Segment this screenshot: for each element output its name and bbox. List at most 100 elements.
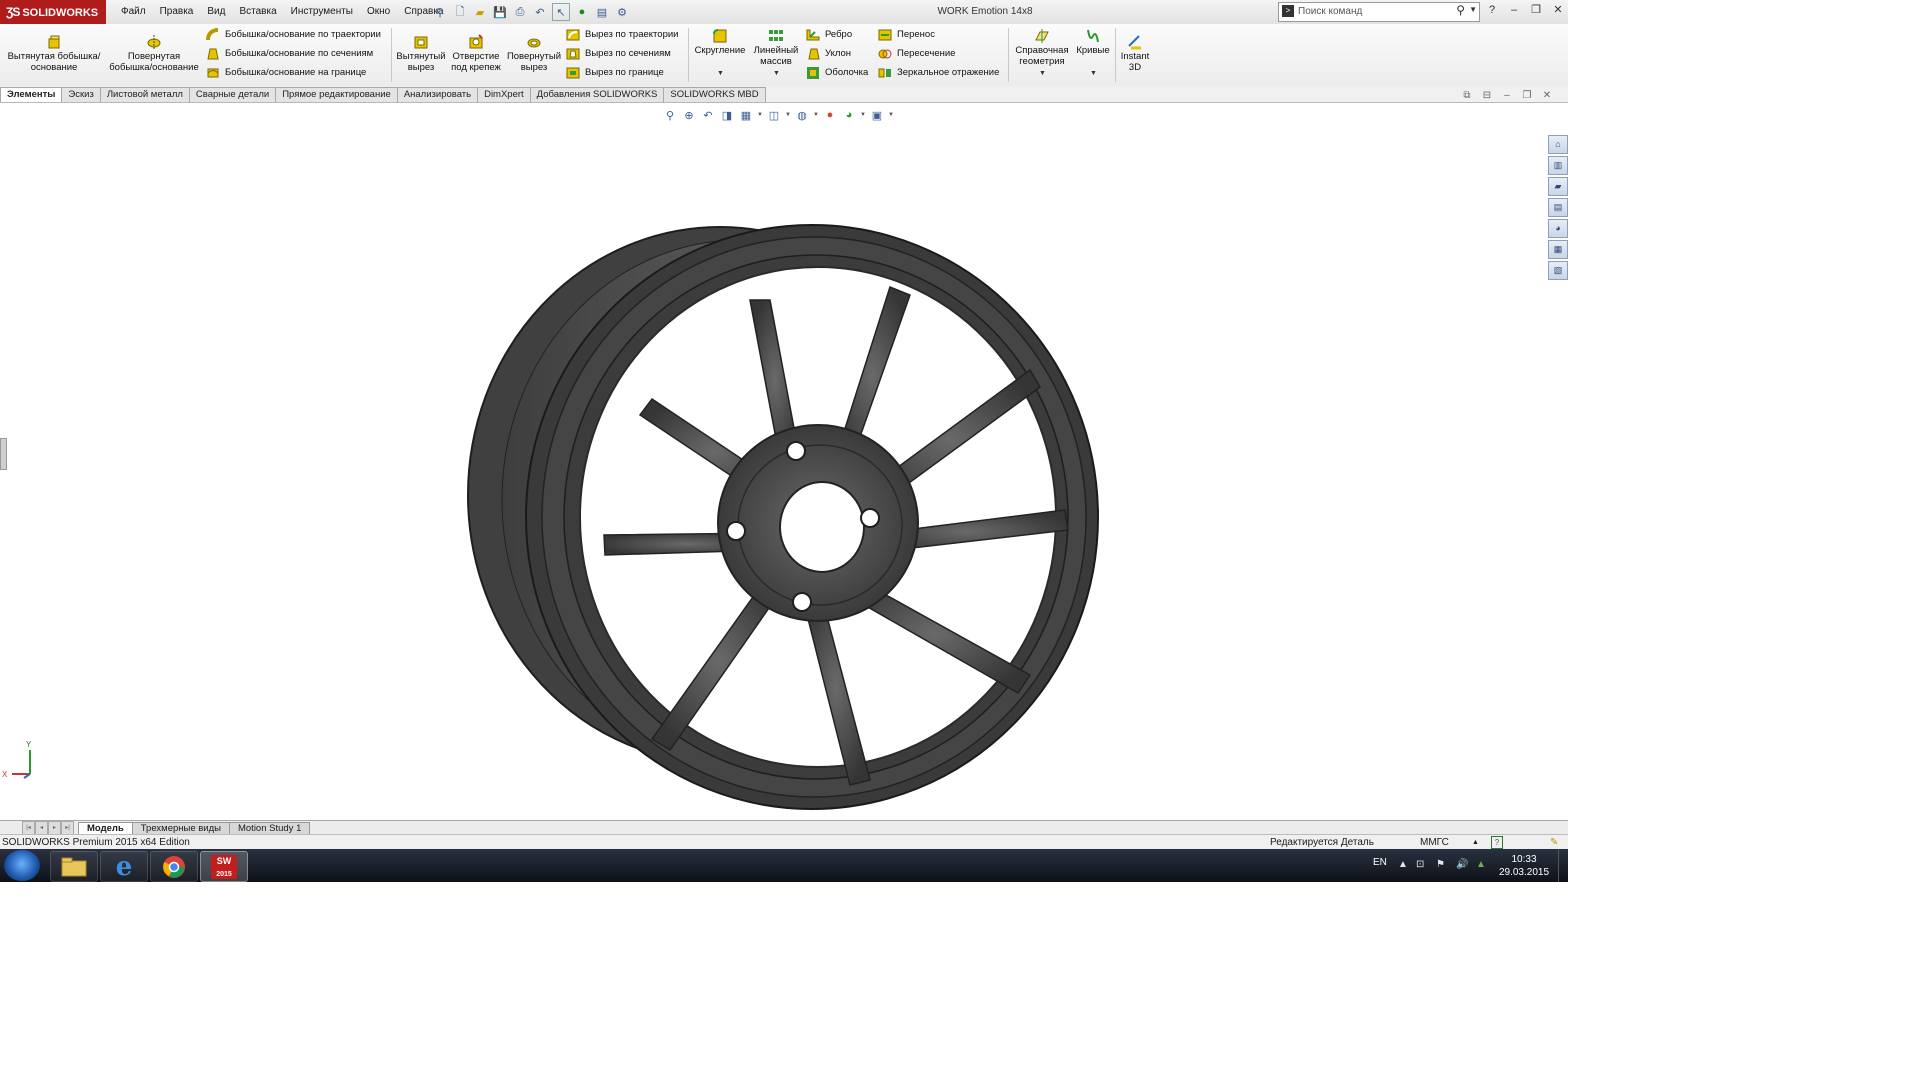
rib-button[interactable]: Ребро: [806, 28, 852, 42]
restore-icon[interactable]: ❐: [1520, 90, 1534, 101]
show-hidden-icons-icon[interactable]: ▲: [1398, 859, 1408, 870]
volume-icon[interactable]: 🔊: [1456, 859, 1468, 870]
menu-insert[interactable]: Вставка: [232, 0, 283, 24]
menu-tools[interactable]: Инструменты: [284, 0, 360, 24]
solidworks-taskbar-button[interactable]: SW 2015: [200, 851, 248, 882]
file-explorer-icon[interactable]: ▤: [1548, 198, 1568, 217]
refgeo-dropdown-icon[interactable]: ▼: [1039, 70, 1046, 77]
print-icon[interactable]: ⎙: [512, 4, 528, 20]
previous-view-icon[interactable]: ↶: [700, 107, 716, 123]
help-icon[interactable]: ?: [1484, 4, 1500, 16]
network-icon[interactable]: ⊡: [1416, 859, 1424, 870]
zoom-to-fit-icon[interactable]: ⚲: [662, 107, 678, 123]
command-search-box[interactable]: > Поиск команд ⚲ ▼: [1278, 2, 1480, 22]
units-selector[interactable]: ММГС: [1420, 835, 1449, 850]
appearance-icon[interactable]: ●: [822, 107, 838, 123]
tab-direct-editing[interactable]: Прямое редактирование: [275, 87, 398, 102]
tab-mbd[interactable]: SOLIDWORKS MBD: [663, 87, 766, 102]
appearances-icon[interactable]: ◕: [1548, 219, 1568, 238]
close-icon[interactable]: ✕: [1540, 90, 1554, 101]
sweep-boss-button[interactable]: Бобышка/основание по траектории: [206, 28, 381, 42]
forum-icon[interactable]: ▧: [1548, 261, 1568, 280]
loft-boss-button[interactable]: Бобышка/основание по сечениям: [206, 47, 373, 61]
open-folder-icon[interactable]: ▰: [472, 4, 488, 20]
start-button-icon[interactable]: [4, 850, 40, 881]
extrude-boss-button[interactable]: Вытянутая бобышка/основание: [6, 34, 102, 73]
next-tab-icon[interactable]: ▸: [48, 821, 61, 835]
section-view-icon[interactable]: ◨: [719, 107, 735, 123]
boundary-cut-button[interactable]: Вырез по границе: [566, 66, 664, 80]
last-tab-icon[interactable]: ▸|: [61, 821, 74, 835]
tab-weldments[interactable]: Сварные детали: [188, 87, 277, 102]
rebuild-traffic-light-icon[interactable]: ●: [574, 4, 590, 20]
menu-window[interactable]: Окно: [360, 0, 397, 24]
chevron-up-icon[interactable]: ▲: [1472, 835, 1479, 850]
tab-sheet-metal[interactable]: Листовой металл: [99, 87, 190, 102]
linear-pattern-button[interactable]: Линейный массив: [750, 28, 802, 67]
tab-dimxpert[interactable]: DimXpert: [477, 87, 531, 102]
hole-wizard-button[interactable]: Отверстие под крепеж: [450, 34, 502, 73]
shell-button[interactable]: Оболочка: [806, 66, 868, 80]
custom-properties-icon[interactable]: ▦: [1548, 240, 1568, 259]
menu-view[interactable]: Вид: [200, 0, 232, 24]
intersect-button[interactable]: Пересечение: [878, 47, 955, 61]
file-properties-icon[interactable]: ▤: [594, 4, 610, 20]
sweep-cut-button[interactable]: Вырез по траектории: [566, 28, 678, 42]
language-indicator[interactable]: EN: [1373, 857, 1387, 868]
wheel-model[interactable]: [440, 205, 1130, 825]
undo-icon[interactable]: ↶: [532, 4, 548, 20]
action-center-flag-icon[interactable]: ⚑: [1436, 859, 1445, 870]
pin-icon[interactable]: ⚲: [432, 4, 448, 20]
rebuild-status-icon[interactable]: ✎: [1550, 835, 1558, 850]
search-icon[interactable]: ⚲: [1456, 3, 1465, 17]
wrap-button[interactable]: Перенос: [878, 28, 935, 42]
revolve-boss-button[interactable]: Повернутая бобышка/основание: [106, 34, 202, 73]
ie-taskbar-button[interactable]: e: [100, 851, 148, 882]
boundary-boss-button[interactable]: Бобышка/основание на границе: [206, 66, 366, 80]
chevron-down-icon[interactable]: ▼: [888, 112, 894, 118]
restore-icon[interactable]: ❐: [1528, 3, 1544, 16]
draft-button[interactable]: Уклон: [806, 47, 851, 61]
fillet-button[interactable]: Скругление: [692, 28, 748, 57]
close-icon[interactable]: ✕: [1550, 3, 1566, 16]
solidworks-logo[interactable]: ƷS SOLIDWORKS: [0, 0, 106, 24]
resources-icon[interactable]: ▥: [1548, 156, 1568, 175]
explorer-taskbar-button[interactable]: [50, 851, 98, 882]
curves-button[interactable]: Кривые: [1074, 28, 1112, 57]
help-icon[interactable]: ?: [1491, 836, 1503, 849]
chevron-down-icon[interactable]: ▼: [785, 112, 791, 118]
chevron-down-icon[interactable]: ▼: [757, 112, 763, 118]
chevron-down-icon[interactable]: ▼: [1469, 5, 1477, 14]
fillet-dropdown-icon[interactable]: ▼: [717, 70, 724, 77]
minimize-icon[interactable]: –: [1500, 90, 1514, 101]
options-icon[interactable]: ⚙: [614, 4, 630, 20]
menu-edit[interactable]: Правка: [153, 0, 201, 24]
view-orientation-icon[interactable]: ◫: [766, 107, 782, 123]
instant3d-button[interactable]: Instant 3D: [1118, 34, 1152, 73]
feature-manager-handle[interactable]: [0, 438, 7, 470]
split-view-icon[interactable]: ⊟: [1480, 90, 1494, 101]
pattern-dropdown-icon[interactable]: ▼: [773, 70, 780, 77]
extrude-cut-button[interactable]: Вытянутый вырез: [394, 34, 448, 73]
view-settings-icon[interactable]: ▣: [869, 107, 885, 123]
design-library-icon[interactable]: ▰: [1548, 177, 1568, 196]
reference-geometry-button[interactable]: Справочная геометрия: [1012, 28, 1072, 67]
system-clock[interactable]: 10:33 29.03.2015: [1498, 853, 1550, 879]
show-desktop-button[interactable]: [1558, 849, 1569, 882]
tab-features[interactable]: Элементы: [0, 87, 63, 102]
zoom-to-area-icon[interactable]: ⊕: [681, 107, 697, 123]
drive-sync-icon[interactable]: ▲: [1476, 859, 1486, 870]
mirror-button[interactable]: Зеркальное отражение: [878, 66, 999, 80]
prev-tab-icon[interactable]: ◂: [35, 821, 48, 835]
tab-sketch[interactable]: Эскиз: [61, 87, 101, 102]
chrome-taskbar-button[interactable]: [150, 851, 198, 882]
chevron-down-icon[interactable]: ▼: [813, 112, 819, 118]
loft-cut-button[interactable]: Вырез по сечениям: [566, 47, 671, 61]
tab-evaluate[interactable]: Анализировать: [396, 87, 479, 102]
display-style-icon[interactable]: ◍: [794, 107, 810, 123]
chevron-down-icon[interactable]: ▼: [860, 112, 866, 118]
first-tab-icon[interactable]: |◂: [22, 821, 35, 835]
tab-addins[interactable]: Добавления SOLIDWORKS: [529, 87, 665, 102]
tile-icon[interactable]: ⧉: [1460, 90, 1474, 101]
save-icon[interactable]: 💾: [492, 4, 508, 20]
